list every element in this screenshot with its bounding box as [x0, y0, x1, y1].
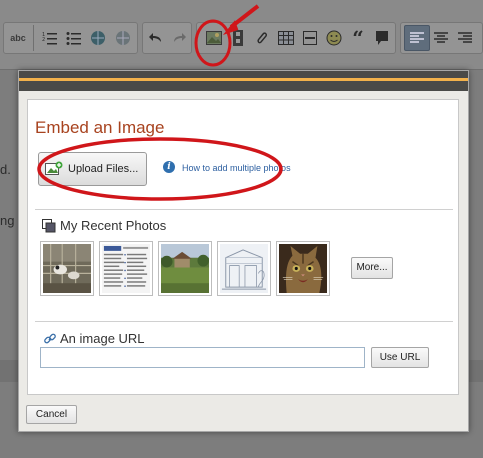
recent-photos-heading: My Recent Photos	[42, 218, 166, 233]
recent-photo-thumb[interactable]	[40, 241, 94, 296]
bullet-list-icon[interactable]	[64, 28, 84, 48]
divider	[35, 321, 453, 322]
recent-photo-thumb[interactable]	[276, 241, 330, 296]
photo-village-landscape	[161, 244, 209, 293]
upload-files-button[interactable]: Upload Files...	[38, 152, 147, 186]
more-photos-button[interactable]: More...	[351, 257, 393, 279]
photo-building-sketch	[220, 244, 268, 293]
link-chain-icon	[44, 333, 56, 345]
unlink-icon[interactable]	[113, 28, 133, 48]
editor-toolbar: abc 12 “	[0, 0, 483, 70]
align-left-icon[interactable]	[407, 28, 427, 48]
emoticon-icon[interactable]	[324, 28, 344, 48]
editor-text-fragment: d.	[0, 162, 11, 177]
embed-image-dialog: Embed an Image Upload Files... i How to …	[18, 70, 469, 432]
recent-photo-thumb[interactable]	[99, 241, 153, 296]
video-icon[interactable]	[228, 28, 248, 48]
redo-icon[interactable]	[169, 28, 189, 48]
image-icon[interactable]	[204, 28, 224, 48]
dialog-header-bar	[19, 71, 468, 91]
quote-icon[interactable]: “	[348, 26, 368, 50]
link-icon[interactable]	[88, 28, 108, 48]
recent-photos-heading-text: My Recent Photos	[60, 218, 167, 233]
speech-bubble-icon[interactable]	[372, 28, 392, 48]
image-url-input[interactable]	[40, 347, 365, 368]
photo-animals-pen	[43, 244, 91, 293]
photo-tabby-cat	[279, 244, 327, 293]
numbered-list-icon[interactable]: 12	[40, 28, 60, 48]
horizontal-rule-icon[interactable]	[300, 28, 320, 48]
image-url-heading: An image URL	[44, 331, 145, 346]
upload-icon	[45, 161, 63, 177]
photos-stack-icon	[42, 218, 56, 233]
attachment-icon[interactable]	[252, 28, 272, 48]
use-url-button[interactable]: Use URL	[371, 347, 429, 368]
spellcheck-icon[interactable]: abc	[8, 28, 28, 48]
svg-text:2: 2	[42, 37, 45, 43]
recent-photo-thumb[interactable]	[158, 241, 212, 296]
toolbar-separator	[33, 25, 34, 51]
help-multiple-photos-link[interactable]: How to add multiple photos	[182, 163, 291, 173]
recent-photo-thumb[interactable]	[217, 241, 271, 296]
undo-icon[interactable]	[146, 28, 166, 48]
align-center-icon[interactable]	[431, 28, 451, 48]
divider	[35, 209, 453, 210]
dialog-accent-stripe	[19, 78, 468, 81]
cancel-button[interactable]: Cancel	[26, 405, 77, 424]
photo-document-screenshot	[102, 244, 150, 293]
align-right-icon[interactable]	[455, 28, 475, 48]
upload-files-label: Upload Files...	[68, 163, 139, 175]
dialog-body: Embed an Image Upload Files... i How to …	[27, 99, 459, 395]
info-icon: i	[163, 161, 175, 173]
image-url-heading-text: An image URL	[60, 331, 145, 346]
table-icon[interactable]	[276, 28, 296, 48]
dialog-title: Embed an Image	[35, 118, 165, 137]
